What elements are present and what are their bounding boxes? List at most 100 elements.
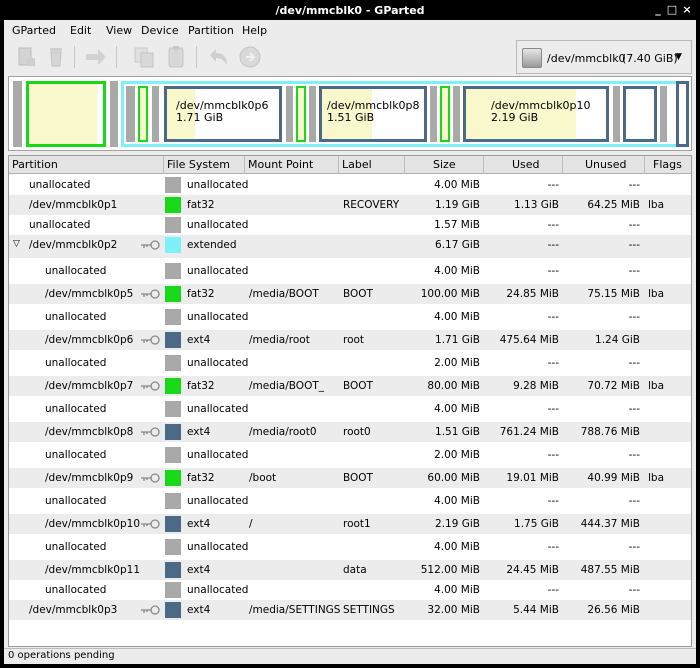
column-size[interactable]: Size (405, 156, 484, 174)
column-used[interactable]: Used (484, 156, 563, 174)
cell-unused: 444.37 MiB (580, 518, 640, 530)
menu-gparted[interactable]: GParted (12, 24, 56, 37)
apply-icon[interactable] (238, 45, 262, 69)
menu-help[interactable]: Help (242, 24, 267, 37)
table-row[interactable]: /dev/mmcblk0p3 ext4/media/SETTINGS SETTING… (9, 600, 691, 620)
cell-size: 32.00 MiB (427, 604, 480, 616)
map-partition-p3[interactable] (676, 81, 689, 147)
key-icon (141, 605, 160, 615)
table-row[interactable]: unallocated unallocated 4.00 MiB --- --- (9, 580, 691, 600)
cell-label: root (343, 334, 365, 346)
expander-triangle-icon[interactable]: ▽ (13, 239, 20, 249)
map-unallocated[interactable] (613, 86, 620, 142)
map-partition-p6[interactable]: /dev/mmcblk0p6 1.71 GiB (164, 86, 282, 142)
table-row[interactable]: unallocated unallocated 4.00 MiB --- --- (9, 537, 691, 557)
map-partition-p10[interactable]: /dev/mmcblk0p10 2.19 GiB (463, 86, 609, 142)
menu-device[interactable]: Device (141, 24, 179, 37)
cell-size: 1.19 GiB (435, 199, 480, 211)
filesystem-color-swatch (165, 177, 181, 193)
cell-partition: unallocated (45, 584, 107, 596)
close-button[interactable]: × (681, 3, 693, 16)
map-unallocated[interactable] (126, 86, 135, 142)
cell-label: root0 (343, 426, 371, 438)
new-partition-icon[interactable] (14, 45, 38, 69)
cell-used: --- (547, 584, 559, 596)
map-unallocated[interactable] (660, 86, 667, 142)
map-partition-p9[interactable] (440, 86, 450, 142)
table-row[interactable]: /dev/mmcblk0p9 fat32/boot BOOT 60.00 MiB 19.… (9, 468, 691, 488)
disk-drive-icon (522, 48, 542, 68)
table-row[interactable]: unallocated unallocated 4.00 MiB --- --- (9, 491, 691, 511)
column-label[interactable]: Label (339, 156, 405, 174)
map-partition-p7[interactable] (296, 86, 306, 142)
cell-file-system: fat32 (187, 288, 215, 300)
table-row[interactable]: ▽ /dev/mmcblk0p2 extended 6.17 GiB --- --- (9, 235, 691, 258)
column-partition[interactable]: Partition (9, 156, 164, 174)
map-partition-p8[interactable]: /dev/mmcblk0p8 1.51 GiB (319, 86, 427, 142)
cell-size: 4.00 MiB (434, 265, 480, 277)
filesystem-color-swatch (165, 493, 181, 509)
filesystem-color-swatch (165, 355, 181, 371)
menu-partition[interactable]: Partition (188, 24, 234, 37)
cell-partition: unallocated (45, 403, 107, 415)
cell-size: 4.00 MiB (434, 179, 480, 191)
column-mount-point[interactable]: Mount Point (245, 156, 339, 174)
cell-unused: --- (628, 541, 640, 553)
map-unallocated[interactable] (13, 81, 22, 147)
undo-icon[interactable] (206, 45, 230, 69)
cell-unused: 64.25 MiB (587, 199, 640, 211)
cell-mount-point: /boot (249, 472, 277, 484)
table-row[interactable]: /dev/mmcblk0p1 fat32 RECOVERY 1.19 GiB 1.13 … (9, 195, 691, 215)
table-row[interactable]: /dev/mmcblk0p6 ext4/media/root root 1.71 Gi… (9, 330, 691, 350)
title-bar[interactable]: /dev/mmcblk0 - GParted _ □ × (0, 0, 700, 20)
table-row[interactable]: unallocated unallocated 2.00 MiB --- --- (9, 353, 691, 373)
filesystem-color-swatch (165, 602, 181, 618)
cell-used: 761.24 MiB (499, 426, 559, 438)
cell-partition: unallocated (45, 357, 107, 369)
maximize-button[interactable]: □ (666, 3, 678, 16)
cell-unused: --- (628, 357, 640, 369)
table-row[interactable]: unallocated unallocated 4.00 MiB --- --- (9, 399, 691, 419)
cell-partition: /dev/mmcblk0p10 (45, 518, 141, 530)
table-row[interactable]: unallocated unallocated 4.00 MiB --- --- (9, 261, 691, 281)
map-unallocated[interactable] (286, 86, 293, 142)
paste-icon[interactable] (164, 45, 188, 69)
column-file-system[interactable]: File System (164, 156, 245, 174)
delete-partition-icon[interactable] (44, 45, 68, 69)
map-partition-p1[interactable] (26, 81, 106, 147)
map-unallocated[interactable] (453, 86, 460, 142)
copy-icon[interactable] (132, 45, 156, 69)
cell-file-system: unallocated (187, 541, 249, 553)
map-unallocated[interactable] (309, 86, 316, 142)
cell-mount-point: /media/BOOT_ (249, 380, 324, 392)
map-partition-p5[interactable] (138, 86, 148, 142)
menu-view[interactable]: View (106, 24, 132, 37)
map-partition-p11[interactable] (623, 86, 657, 142)
cell-file-system: ext4 (187, 604, 211, 616)
minimize-button[interactable]: _ (652, 3, 664, 16)
map-unallocated[interactable] (110, 81, 118, 147)
resize-move-icon[interactable] (84, 45, 108, 69)
table-row[interactable]: /dev/mmcblk0p10 ext4 / root1 2.19 GiB 1.75 Gi… (9, 514, 691, 534)
filesystem-color-swatch (165, 470, 181, 486)
menu-edit[interactable]: Edit (70, 24, 91, 37)
table-row[interactable]: /dev/mmcblk0p5 fat32/media/BOOT BOOT 100.00… (9, 284, 691, 304)
table-row[interactable]: unallocated unallocated 4.00 MiB --- --- (9, 175, 691, 195)
map-unallocated[interactable] (152, 86, 159, 142)
table-row[interactable]: unallocated unallocated 1.57 MiB --- --- (9, 215, 691, 235)
table-row[interactable]: /dev/mmcblk0p7 fat32/media/BOOT_ BOOT 80.00… (9, 376, 691, 396)
key-icon (141, 381, 160, 391)
table-row[interactable]: unallocated unallocated 4.00 MiB --- --- (9, 307, 691, 327)
map-label-size: 2.19 GiB (491, 111, 539, 124)
device-selector[interactable]: /dev/mmcblk0 (7.40 GiB) ▼ (516, 40, 692, 74)
column-unused[interactable]: Unused (563, 156, 645, 174)
table-row[interactable]: /dev/mmcblk0p11 ext4 data 512.00 MiB 24.45 M… (9, 560, 691, 580)
column-flags[interactable]: Flags (645, 156, 691, 174)
filesystem-color-swatch (165, 562, 181, 578)
map-unallocated[interactable] (430, 86, 437, 142)
table-row[interactable]: /dev/mmcblk0p8 ext4/media/root0 root0 1.51 … (9, 422, 691, 442)
table-row[interactable]: unallocated unallocated 2.00 MiB --- --- (9, 445, 691, 465)
cell-label: data (343, 564, 367, 576)
cell-size: 60.00 MiB (427, 472, 480, 484)
cell-used: 5.44 MiB (513, 604, 559, 616)
